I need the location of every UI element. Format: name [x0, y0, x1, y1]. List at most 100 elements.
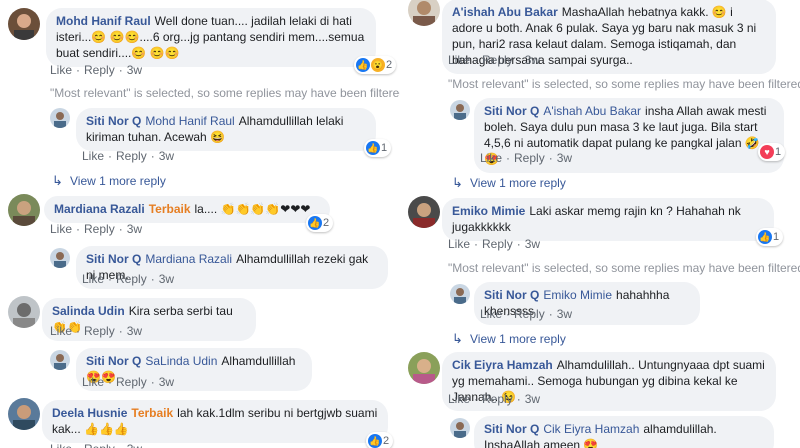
- like-link[interactable]: Like: [82, 272, 104, 286]
- view-more-replies-link[interactable]: ↳ View 1 more reply: [52, 173, 166, 189]
- comment-bubble: Mardiana Razali Terbaik la.... 👏👏👏👏❤❤❤: [44, 196, 330, 223]
- commenter-name[interactable]: Siti Nor Q: [86, 252, 141, 266]
- reaction-count[interactable]: 👍 2: [306, 214, 334, 232]
- view-more-replies-link[interactable]: ↳ View 1 more reply: [452, 331, 566, 347]
- like-reaction-icon: 👍: [366, 141, 380, 155]
- mention-tag[interactable]: Mardiana Razali: [145, 252, 232, 266]
- like-link[interactable]: Like: [448, 53, 470, 67]
- commenter-name[interactable]: Siti Nor Q: [484, 288, 539, 302]
- timestamp[interactable]: 3w: [159, 272, 174, 286]
- reply-link[interactable]: Reply: [482, 53, 513, 67]
- view-more-replies-link[interactable]: ↳ View 1 more reply: [452, 175, 566, 191]
- timestamp[interactable]: 3w: [127, 63, 142, 77]
- timestamp[interactable]: 3w: [159, 375, 174, 389]
- comment-actions: Like·Reply·3w: [50, 63, 143, 77]
- like-link[interactable]: Like: [480, 307, 502, 321]
- commenter-name[interactable]: Mohd Hanif Raul: [56, 14, 151, 28]
- timestamp[interactable]: 3w: [525, 53, 540, 67]
- reply-bubble: Siti Nor Q Mohd Hanif Raul Alhamdullillah …: [76, 108, 376, 151]
- comment-actions: Like·Reply·3w: [448, 237, 541, 251]
- avatar[interactable]: [50, 350, 70, 370]
- timestamp[interactable]: 3w: [525, 237, 540, 251]
- timestamp[interactable]: 3w: [525, 392, 540, 406]
- avatar[interactable]: [8, 194, 40, 226]
- reply-link[interactable]: Reply: [84, 63, 115, 77]
- timestamp[interactable]: 3w: [557, 307, 572, 321]
- avatar[interactable]: [8, 296, 40, 328]
- filter-notice: "Most relevant" is selected, so some rep…: [50, 86, 400, 100]
- commenter-name[interactable]: Siti Nor Q: [86, 114, 141, 128]
- reply-link[interactable]: Reply: [84, 222, 115, 236]
- comment-bubble: Mohd Hanif Raul Well done tuan.... jadila…: [46, 8, 376, 67]
- like-reaction-icon: 👍: [356, 58, 370, 72]
- avatar[interactable]: [8, 398, 40, 430]
- commenter-name[interactable]: Cik Eiyra Hamzah: [452, 358, 553, 372]
- like-link[interactable]: Like: [50, 324, 72, 338]
- reaction-count[interactable]: 👍 😮 2: [354, 56, 397, 74]
- reaction-count[interactable]: 👍 1: [364, 139, 392, 157]
- comment-bubble: Deela Husnie Terbaik lah kak.1dlm seribu n…: [42, 400, 388, 443]
- timestamp[interactable]: 3w: [127, 222, 142, 236]
- comment-bubble: Emiko Mimie Laki askar memg rajin kn ? Ha…: [442, 198, 774, 241]
- avatar[interactable]: [408, 196, 440, 228]
- commenter-name[interactable]: A'ishah Abu Bakar: [452, 5, 558, 19]
- avatar[interactable]: [8, 8, 40, 40]
- reply-link[interactable]: Reply: [514, 307, 545, 321]
- reply-arrow-icon: ↳: [452, 331, 463, 346]
- filter-notice: "Most relevant" is selected, so some rep…: [448, 77, 800, 91]
- like-reaction-icon: 👍: [368, 434, 382, 448]
- like-reaction-icon: 👍: [308, 216, 322, 230]
- like-link[interactable]: Like: [448, 392, 470, 406]
- like-link[interactable]: Like: [50, 222, 72, 236]
- reply-link[interactable]: Reply: [514, 151, 545, 165]
- top-fan-badge: Terbaik: [131, 406, 174, 420]
- comment-actions: Like·Reply·3w: [448, 53, 541, 67]
- like-link[interactable]: Like: [50, 442, 72, 448]
- timestamp[interactable]: 3w: [127, 324, 142, 338]
- reply-link[interactable]: Reply: [84, 442, 115, 448]
- avatar[interactable]: [450, 100, 470, 120]
- comment-actions: Like·Reply·3w: [50, 222, 143, 236]
- comment-actions: Like·Reply·3w: [82, 375, 175, 389]
- mention-tag[interactable]: SaLinda Udin: [145, 354, 217, 368]
- avatar[interactable]: [50, 248, 70, 268]
- comment-actions: Like·Reply·3w: [50, 442, 142, 448]
- mention-tag[interactable]: Emiko Mimie: [543, 288, 612, 302]
- comment-actions: Like·Reply·3w: [448, 392, 541, 406]
- like-link[interactable]: Like: [448, 237, 470, 251]
- like-link[interactable]: Like: [480, 151, 502, 165]
- commenter-name[interactable]: Siti Nor Q: [484, 104, 539, 118]
- avatar[interactable]: [408, 0, 440, 26]
- avatar[interactable]: [50, 108, 70, 128]
- mention-tag[interactable]: Mohd Hanif Raul: [145, 114, 234, 128]
- reaction-count[interactable]: 👍 1: [756, 228, 784, 246]
- timestamp[interactable]: 3w: [159, 149, 174, 163]
- commenter-name[interactable]: Emiko Mimie: [452, 204, 525, 218]
- reply-link[interactable]: Reply: [84, 324, 115, 338]
- timestamp[interactable]: 3w: [127, 442, 142, 448]
- reply-link[interactable]: Reply: [482, 237, 513, 251]
- mention-tag[interactable]: A'ishah Abu Bakar: [543, 104, 641, 118]
- reply-link[interactable]: Reply: [116, 149, 147, 163]
- like-reaction-icon: 👍: [758, 230, 772, 244]
- commenter-name[interactable]: Mardiana Razali: [54, 202, 145, 216]
- mention-tag[interactable]: Cik Eiyra Hamzah: [543, 422, 639, 436]
- reply-link[interactable]: Reply: [116, 375, 147, 389]
- avatar[interactable]: [450, 284, 470, 304]
- like-link[interactable]: Like: [82, 149, 104, 163]
- commenter-name[interactable]: Siti Nor Q: [86, 354, 141, 368]
- reply-link[interactable]: Reply: [482, 392, 513, 406]
- reply-arrow-icon: ↳: [52, 173, 63, 188]
- reply-link[interactable]: Reply: [116, 272, 147, 286]
- like-link[interactable]: Like: [50, 63, 72, 77]
- avatar[interactable]: [408, 352, 440, 384]
- commenter-name[interactable]: Siti Nor Q: [484, 422, 539, 436]
- avatar[interactable]: [450, 418, 470, 438]
- like-link[interactable]: Like: [82, 375, 104, 389]
- commenter-name[interactable]: Deela Husnie: [52, 406, 127, 420]
- timestamp[interactable]: 3w: [557, 151, 572, 165]
- reaction-count[interactable]: ♥ 1: [758, 143, 786, 161]
- commenter-name[interactable]: Salinda Udin: [52, 304, 125, 318]
- reply-bubble: Siti Nor Q Cik Eiyra Hamzah alhamdulillah.…: [474, 416, 774, 448]
- reaction-count[interactable]: 👍 2: [366, 432, 394, 448]
